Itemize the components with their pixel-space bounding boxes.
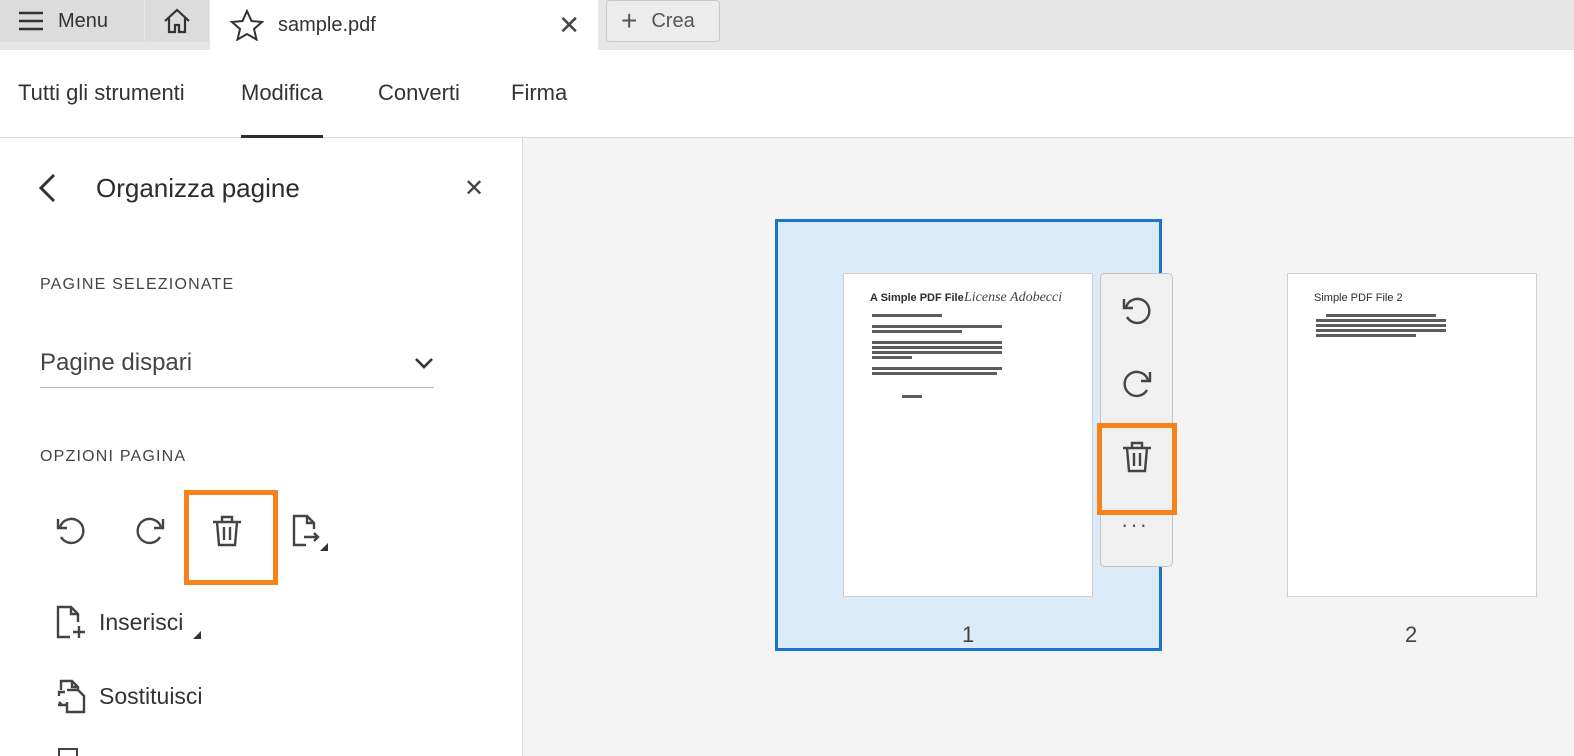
page-2-thumbnail[interactable]: Simple PDF File 2 xyxy=(1287,273,1537,597)
selected-pages-heading: PAGINE SELEZIONATE xyxy=(40,276,235,293)
page-1-number: 1 xyxy=(962,622,975,647)
replace-button[interactable]: Sostituisci xyxy=(55,678,203,714)
rotate-left-icon[interactable] xyxy=(1120,295,1154,329)
organize-pages-panel xyxy=(0,138,523,756)
replace-label: Sostituisci xyxy=(99,682,203,709)
insert-button[interactable]: Inserisci xyxy=(55,604,183,640)
page-1-title: A Simple PDF File xyxy=(870,292,964,304)
more-option-icon[interactable] xyxy=(58,748,78,756)
page-2-title: Simple PDF File 2 xyxy=(1314,292,1403,304)
back-icon[interactable] xyxy=(36,172,60,204)
selected-pages-dropdown[interactable]: Pagine dispari xyxy=(40,338,434,388)
rotate-right-icon[interactable] xyxy=(133,515,167,549)
plus-icon: + xyxy=(621,5,638,36)
insert-page-icon xyxy=(56,605,85,639)
menu-label: Menu xyxy=(58,9,109,32)
page-1-signature: License Adobecci xyxy=(964,290,1063,305)
panel-title: Organizza pagine xyxy=(96,173,300,203)
highlight-box xyxy=(1097,423,1177,515)
page-2-number: 2 xyxy=(1405,622,1418,647)
tools-toolbar: Tutti gli strumenti Modifica Converti Fi… xyxy=(0,50,1574,138)
document-tab[interactable]: sample.pdf ✕ xyxy=(210,0,598,50)
home-button[interactable] xyxy=(145,0,209,42)
highlight-box xyxy=(184,490,278,585)
tool-sign[interactable]: Firma xyxy=(511,80,567,106)
home-icon xyxy=(164,8,190,34)
more-options-icon[interactable]: ··· xyxy=(1121,512,1149,538)
tool-edit[interactable]: Modifica xyxy=(241,80,323,138)
hamburger-icon xyxy=(19,11,43,31)
tool-convert[interactable]: Converti xyxy=(378,80,460,106)
rotate-right-icon[interactable] xyxy=(1120,368,1154,402)
page-options-heading: OPZIONI PAGINA xyxy=(40,448,187,465)
rotate-left-icon[interactable] xyxy=(54,515,88,549)
create-label: Crea xyxy=(651,9,695,32)
insert-label: Inserisci xyxy=(99,608,184,635)
create-button[interactable]: + Crea xyxy=(606,0,720,42)
replace-page-icon xyxy=(57,679,86,714)
tool-all-tools[interactable]: Tutti gli strumenti xyxy=(18,80,185,106)
extract-page-icon[interactable] xyxy=(290,513,330,553)
star-icon[interactable] xyxy=(230,9,264,41)
menu-button[interactable]: Menu xyxy=(0,0,144,42)
close-panel-icon[interactable]: ✕ xyxy=(464,174,484,203)
page-1-thumbnail[interactable]: A Simple PDF File License Adobecci xyxy=(843,273,1093,597)
selected-pages-value: Pagine dispari xyxy=(40,348,193,376)
close-tab-icon[interactable]: ✕ xyxy=(558,10,580,41)
chevron-down-icon xyxy=(415,357,433,369)
submenu-indicator-icon xyxy=(193,631,201,639)
document-tab-title: sample.pdf xyxy=(278,13,376,36)
tab-bar: Menu sample.pdf ✕ + Crea xyxy=(0,0,1574,50)
